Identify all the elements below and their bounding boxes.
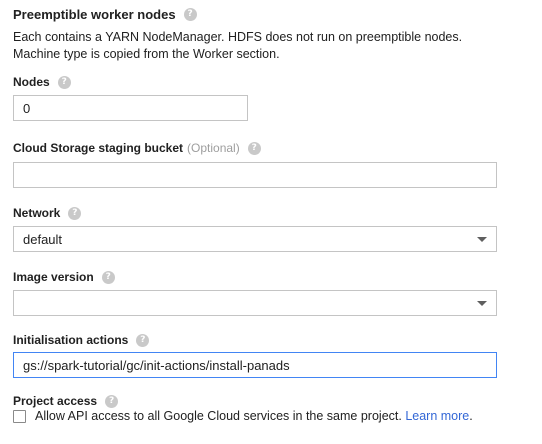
trailing-period: . [469,409,473,423]
preemptible-title-text: Preemptible worker nodes [13,7,176,22]
staging-bucket-label-text: Cloud Storage staging bucket [13,141,184,155]
project-access-label: Project access ? [13,394,119,408]
dataproc-cluster-form: Preemptible worker nodes ? Each contains… [0,0,542,444]
description-line-2: Machine type is copied from the Worker s… [13,47,280,61]
help-icon[interactable]: ? [105,394,119,408]
nodes-label: Nodes ? [13,75,71,89]
project-access-checkbox[interactable] [13,410,26,423]
learn-more-link[interactable]: Learn more [405,409,469,423]
help-icon[interactable]: ? [183,8,197,21]
init-actions-input[interactable]: gs://spark-tutorial/gc/init-actions/inst… [13,352,497,378]
help-icon[interactable]: ? [68,206,82,220]
preemptible-description: Each contains a YARN NodeManager. HDFS d… [13,29,462,63]
help-icon[interactable]: ? [247,141,261,155]
checkbox-text: Allow API access to all Google Cloud ser… [35,409,402,423]
preemptible-section-title: Preemptible worker nodes ? [13,7,197,22]
image-version-select[interactable] [13,290,497,316]
project-access-label-text: Project access [13,394,98,408]
init-actions-label-text: Initialisation actions [13,333,129,347]
description-line-1: Each contains a YARN NodeManager. HDFS d… [13,30,463,44]
staging-bucket-label: Cloud Storage staging bucket (Optional) … [13,141,261,155]
network-selected-value: default [23,231,63,247]
optional-tag: (Optional) [187,141,240,155]
network-select[interactable]: default [13,226,497,252]
chevron-down-icon [477,301,487,306]
help-icon[interactable]: ? [136,333,150,347]
nodes-label-text: Nodes [13,75,50,89]
staging-bucket-input[interactable] [13,162,497,188]
network-label-text: Network [13,206,61,220]
nodes-input[interactable]: 0 [13,95,248,121]
image-version-label-text: Image version [13,270,94,284]
chevron-down-icon [477,237,487,242]
help-icon[interactable]: ? [101,270,115,284]
network-label: Network ? [13,206,82,220]
image-version-label: Image version ? [13,270,115,284]
init-actions-label: Initialisation actions ? [13,333,150,347]
project-access-checkbox-label: Allow API access to all Google Cloud ser… [35,409,473,423]
help-icon[interactable]: ? [57,75,71,89]
